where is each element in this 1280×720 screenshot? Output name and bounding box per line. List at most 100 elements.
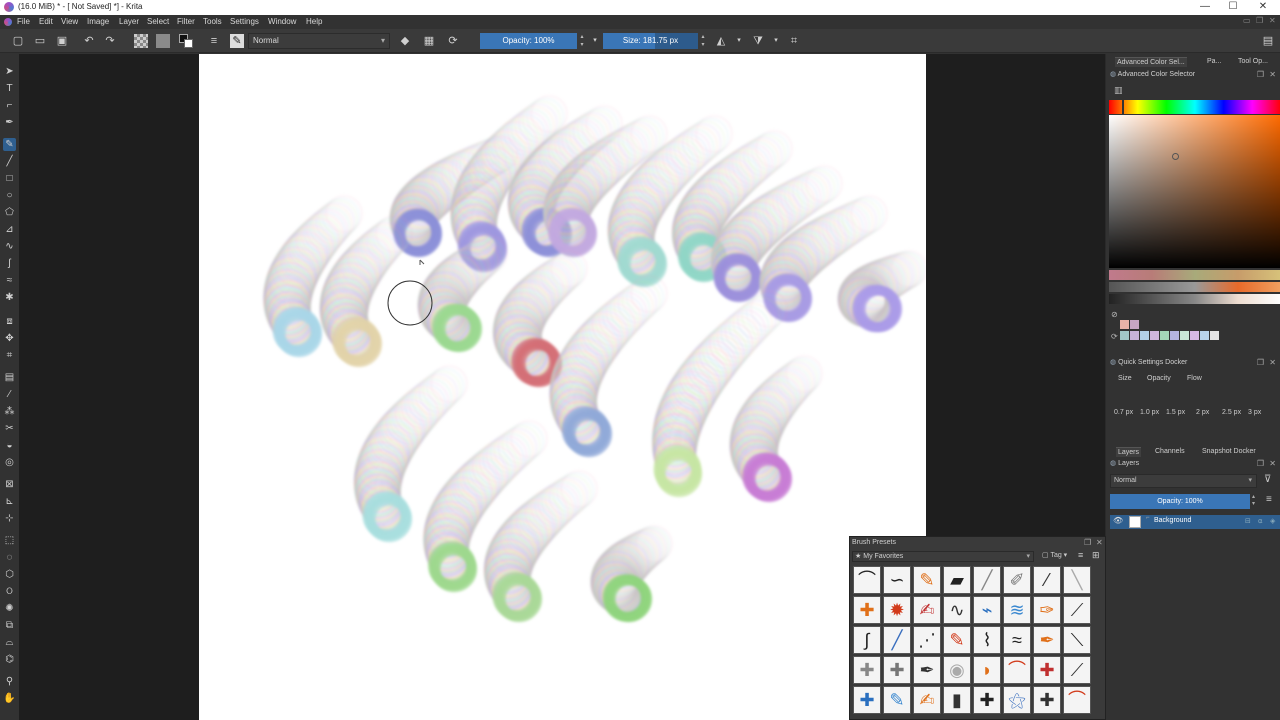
size-preset-item[interactable]: 0.7 px: [1114, 409, 1133, 416]
brush-preset-item[interactable]: ✑: [1033, 596, 1061, 624]
float-brush-presets-icon[interactable]: ❐: [1084, 538, 1091, 547]
brush-preset-item[interactable]: ⁄: [1033, 566, 1061, 594]
brush-settings-icon[interactable]: ≡: [207, 34, 221, 48]
brush-preset-item[interactable]: ⟋: [1063, 656, 1091, 684]
brush-preset-item[interactable]: ✍: [913, 686, 941, 714]
mirror-v-dropdown-icon[interactable]: ▾: [769, 34, 783, 48]
brush-tag-select[interactable]: ★ My Favorites ▾: [852, 551, 1034, 562]
brush-preset-item[interactable]: ✚: [1033, 656, 1061, 684]
layer-filter-icon[interactable]: ⊽: [1264, 474, 1271, 485]
freehand-brush-tool-icon[interactable]: ✎: [3, 138, 16, 151]
freehand-path-tool-icon[interactable]: ʃ: [3, 257, 16, 270]
workspace-chooser-icon[interactable]: ▤: [1261, 34, 1275, 48]
brush-preset-item[interactable]: ✍: [913, 596, 941, 624]
zoom-tool-icon[interactable]: ⚲: [3, 675, 16, 688]
layer-menu-icon[interactable]: ≡: [1266, 494, 1272, 505]
tag-button[interactable]: ▢ Tag ▾: [1042, 551, 1067, 559]
brush-preset-item[interactable]: ◗: [973, 656, 1001, 684]
pattern-selector-icon[interactable]: [156, 34, 170, 48]
menu-layer[interactable]: Layer: [119, 17, 139, 26]
brush-view-mode-icon[interactable]: ≡: [1078, 550, 1083, 560]
measure-tool-icon[interactable]: ⊾: [3, 495, 16, 508]
brush-preset-item[interactable]: ✎: [943, 626, 971, 654]
menu-select[interactable]: Select: [147, 17, 169, 26]
size-preset-item[interactable]: 2 px: [1196, 409, 1209, 416]
bezier-tool-icon[interactable]: ∿: [3, 240, 16, 253]
size-preset-item[interactable]: 2.5 px: [1222, 409, 1241, 416]
brush-preset-item[interactable]: ∽: [883, 566, 911, 594]
size-preset-item[interactable]: 1.0 px: [1140, 409, 1159, 416]
brush-preset-item[interactable]: ∫: [853, 626, 881, 654]
brush-preset-item[interactable]: ✹: [883, 596, 911, 624]
gradient-tool-icon[interactable]: ▤: [3, 371, 16, 384]
pan-tool-icon[interactable]: ✋: [3, 692, 16, 705]
colorize-mask-tool-icon[interactable]: ⁂: [3, 405, 16, 418]
layer-row-background[interactable]: 👁 ⌐ Background ⊟ ⍺ ◈: [1110, 515, 1280, 529]
ellipse-tool-icon[interactable]: ○: [3, 189, 16, 202]
brush-preset-item[interactable]: ✎: [883, 686, 911, 714]
brush-preset-item[interactable]: ◉: [943, 656, 971, 684]
fill-tool-icon[interactable]: ◒: [3, 439, 16, 452]
mirror-vertical-icon[interactable]: ⧩: [751, 34, 765, 48]
color-shade-row-1[interactable]: [1109, 270, 1280, 280]
brush-preset-item[interactable]: ╲: [1063, 566, 1091, 594]
brush-preset-item[interactable]: ≋: [1003, 596, 1031, 624]
tab-palette[interactable]: Pa...: [1205, 57, 1223, 66]
clear-history-icon[interactable]: ⊘: [1111, 310, 1118, 319]
brush-preset-item[interactable]: ✐: [1003, 566, 1031, 594]
close-quick-settings-icon[interactable]: ✕: [1269, 358, 1276, 367]
close-docker-icon[interactable]: ✕: [1269, 70, 1276, 79]
layer-opacity-spin-icon[interactable]: ▴ ▾: [1252, 494, 1255, 508]
wrap-around-icon[interactable]: ⌗: [787, 34, 801, 48]
close-button[interactable]: ✕: [1248, 0, 1278, 15]
tab-size[interactable]: Size: [1116, 374, 1134, 383]
size-spin-icon[interactable]: ▴ ▾: [699, 33, 707, 49]
bezier-select-tool-icon[interactable]: ⌓: [3, 636, 16, 649]
close-layers-icon[interactable]: ✕: [1269, 459, 1276, 468]
ellipse-select-tool-icon[interactable]: ◌: [3, 551, 16, 564]
menu-filter[interactable]: Filter: [177, 17, 195, 26]
layer-inherit-alpha-icon[interactable]: ◈: [1270, 517, 1275, 525]
transform-tool-icon[interactable]: ⧈: [3, 315, 16, 328]
polygon-tool-icon[interactable]: ⬠: [3, 206, 16, 219]
brush-preset-item[interactable]: ✒: [1033, 626, 1061, 654]
brush-preset-item[interactable]: ⌒: [1003, 656, 1031, 684]
eraser-mode-icon[interactable]: ◆: [398, 34, 412, 48]
brush-preset-item[interactable]: ✒: [913, 656, 941, 684]
brush-preset-item[interactable]: ⚝: [1003, 686, 1031, 714]
brush-preset-item[interactable]: ✚: [853, 686, 881, 714]
color-settings-icon[interactable]: ▥: [1114, 85, 1123, 96]
hue-slider[interactable]: [1109, 100, 1280, 114]
save-icon[interactable]: ▣: [55, 34, 69, 48]
brush-preset-item[interactable]: ▰: [943, 566, 971, 594]
mdi-restore-icon[interactable]: ❐: [1256, 16, 1263, 25]
tab-opacity[interactable]: Opacity: [1145, 374, 1173, 383]
brush-preset-item[interactable]: ⌒: [853, 566, 881, 594]
brush-preset-item[interactable]: ⋰: [913, 626, 941, 654]
color-picker-handle[interactable]: [1172, 153, 1179, 160]
similar-select-tool-icon[interactable]: ⧉: [3, 619, 16, 632]
brush-preset-item[interactable]: ⌁: [973, 596, 1001, 624]
mirror-h-dropdown-icon[interactable]: ▾: [732, 34, 746, 48]
reference-images-tool-icon[interactable]: ⊹: [3, 512, 16, 525]
redo-icon[interactable]: ↷: [103, 34, 117, 48]
size-slider[interactable]: Size: 181.75 px: [603, 33, 698, 49]
refresh-colors-icon[interactable]: ⟳: [1111, 332, 1118, 341]
crop-tool-icon[interactable]: ⌗: [3, 349, 16, 362]
brush-preset-item[interactable]: ⌇: [973, 626, 1001, 654]
menu-view[interactable]: View: [61, 17, 78, 26]
color-shade-row-2[interactable]: [1109, 282, 1280, 292]
brush-preset-item[interactable]: ⟋: [1063, 596, 1091, 624]
brush-preset-item[interactable]: ≈: [1003, 626, 1031, 654]
close-brush-presets-icon[interactable]: ✕: [1096, 538, 1103, 547]
brush-preset-item[interactable]: ╱: [973, 566, 1001, 594]
layer-name[interactable]: Background: [1154, 517, 1191, 524]
saturation-value-square[interactable]: [1109, 115, 1280, 268]
brush-preset-item[interactable]: ∿: [943, 596, 971, 624]
calligraphy-tool-icon[interactable]: ✒: [3, 116, 16, 129]
color-history-swatches[interactable]: [1120, 320, 1230, 344]
brush-preset-item[interactable]: ✚: [973, 686, 1001, 714]
text-tool-icon[interactable]: T: [3, 82, 16, 95]
layer-visibility-icon[interactable]: 👁: [1113, 516, 1123, 525]
brush-preset-item[interactable]: ⌒: [1063, 686, 1091, 714]
